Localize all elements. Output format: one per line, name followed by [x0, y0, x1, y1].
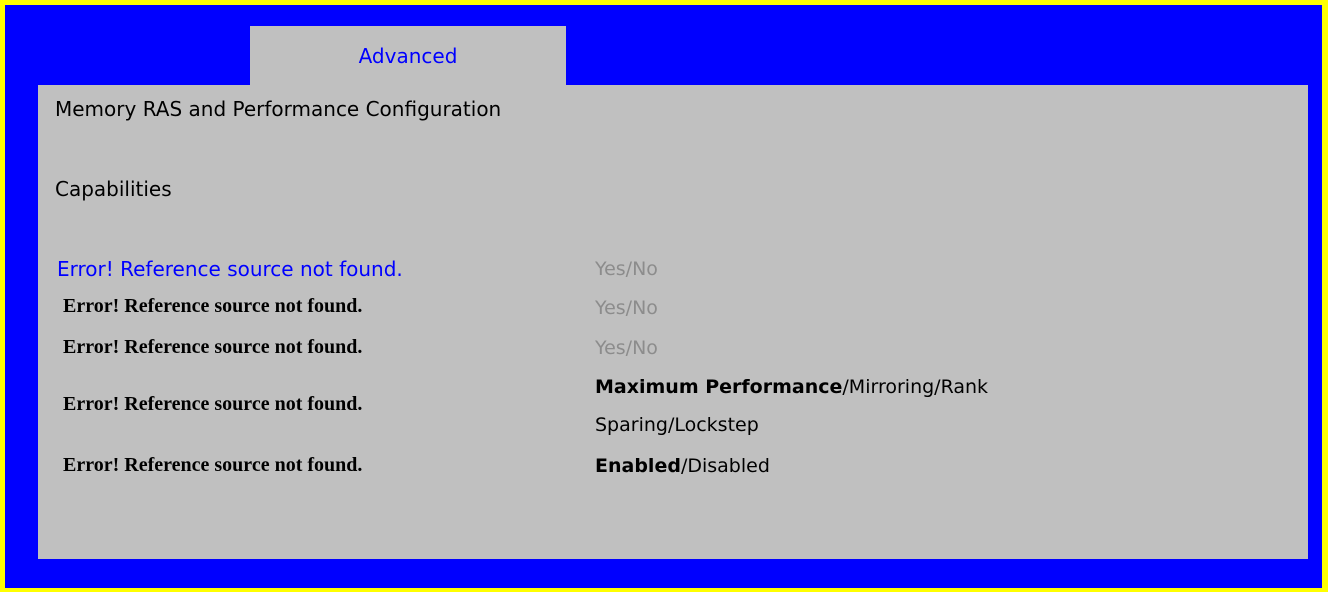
setting-value-4-selected: Maximum Performance [595, 376, 843, 398]
setting-value-3: Yes/No [595, 337, 658, 359]
setting-value-4[interactable]: Maximum Performance/Mirroring/Rank [595, 371, 988, 403]
setting-label-1[interactable]: Error! Reference source not found. [57, 257, 403, 281]
settings-panel: Memory RAS and Performance Configuration… [38, 85, 1308, 559]
setting-value-5-rest: /Disabled [680, 455, 770, 477]
setting-value-4-rest: /Mirroring/Rank [842, 376, 989, 398]
setting-value-4-line2: Sparing/Lockstep [595, 414, 759, 436]
section-title-capabilities: Capabilities [55, 177, 172, 201]
setting-value-5-selected: Enabled [595, 455, 681, 477]
page-title: Memory RAS and Performance Configuration [55, 97, 502, 121]
setting-label-3[interactable]: Error! Reference source not found. [63, 336, 362, 359]
setting-label-2[interactable]: Error! Reference source not found. [63, 295, 362, 318]
setting-value-5[interactable]: Enabled/Disabled [595, 450, 770, 482]
tab-advanced[interactable]: Advanced [250, 26, 566, 85]
setting-label-4[interactable]: Error! Reference source not found. [63, 393, 362, 416]
setting-label-5[interactable]: Error! Reference source not found. [63, 454, 362, 477]
setting-value-1: Yes/No [595, 258, 658, 280]
setting-value-2: Yes/No [595, 297, 658, 319]
bios-screen: Advanced Memory RAS and Performance Conf… [5, 5, 1322, 588]
